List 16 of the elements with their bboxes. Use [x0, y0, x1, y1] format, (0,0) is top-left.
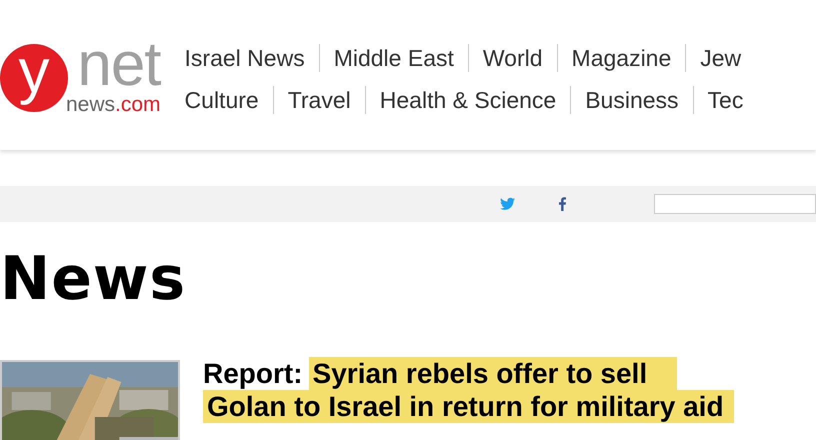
- nav-link[interactable]: World: [468, 44, 557, 72]
- headline-link[interactable]: Syrian rebels offer to sell: [308, 357, 678, 390]
- nav-link[interactable]: Business: [570, 86, 693, 114]
- search-field[interactable]: [654, 194, 816, 214]
- headline-prefix[interactable]: Report:: [203, 357, 303, 390]
- nav-link[interactable]: Travel: [272, 86, 365, 114]
- nav-link[interactable]: Middle East: [318, 44, 468, 72]
- section-title: News: [0, 243, 186, 316]
- site-logo[interactable]: y net news.com: [0, 36, 161, 120]
- nav-link[interactable]: Health & Science: [364, 86, 570, 114]
- nav-link[interactable]: Israel News: [184, 44, 319, 72]
- nav-link[interactable]: Magazine: [556, 44, 686, 72]
- nav-link[interactable]: Culture: [184, 86, 273, 114]
- nav-link[interactable]: Jew: [685, 44, 756, 72]
- headline-link[interactable]: Golan to Israel in return for military aid: [203, 390, 734, 423]
- nav-link[interactable]: Tec: [692, 86, 758, 114]
